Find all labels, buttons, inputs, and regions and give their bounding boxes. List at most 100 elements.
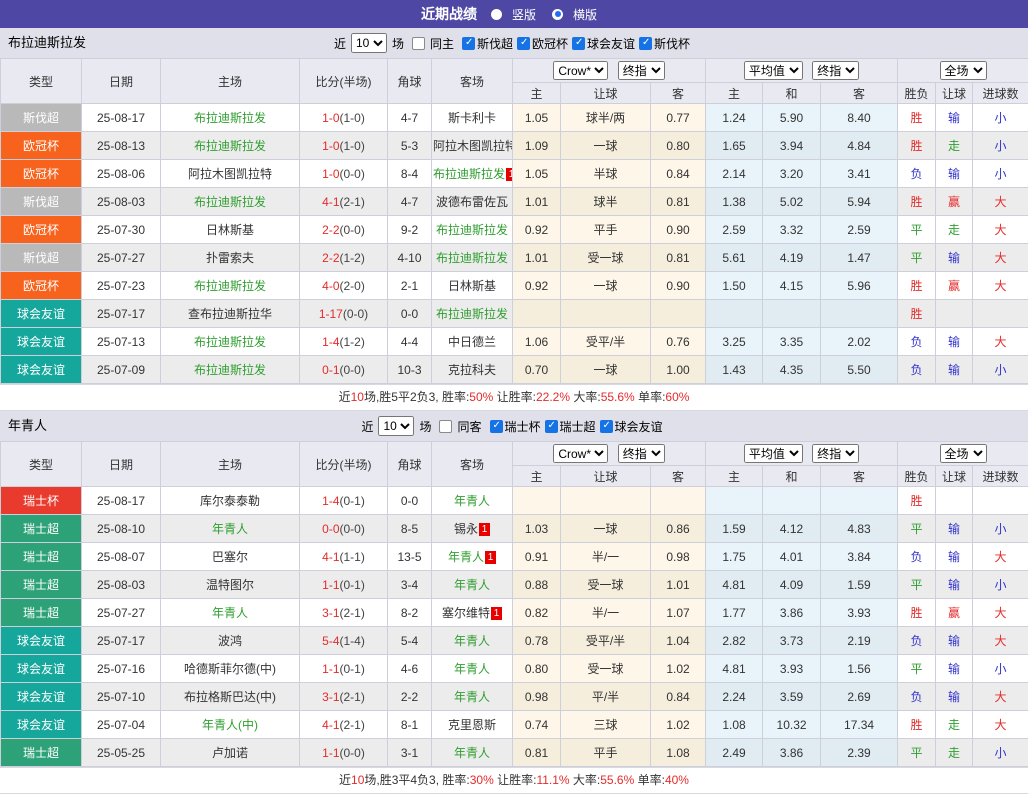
corner-score: 4-7 (388, 188, 432, 216)
match-row: 瑞士超25-07-27年青人3-1(2-1)8-2塞尔维特10.82半/一1.0… (1, 599, 1028, 627)
full-match-select[interactable]: 全场 (940, 444, 987, 463)
horizontal-radio-label[interactable]: 横版 (573, 6, 597, 23)
match-date: 25-08-07 (82, 543, 161, 571)
corner-score: 5-4 (388, 627, 432, 655)
team-name: 年青人 (454, 690, 490, 704)
league-checkbox-label[interactable]: 斯伐超 (477, 37, 513, 51)
half-time-score: (0-0) (340, 167, 365, 181)
summary-part: 55.6% (600, 773, 634, 787)
match-count-select[interactable]: 10 (351, 33, 387, 53)
avg-home-odds: 2.24 (706, 683, 763, 711)
avg-draw-odds: 3.93 (763, 655, 821, 683)
match-date: 25-08-03 (82, 571, 161, 599)
avg-draw-odds: 5.02 (763, 188, 821, 216)
goals-result-cell: 大 (973, 272, 1028, 300)
team-cell: 年青人(中) (161, 711, 300, 739)
summary-part: 11.1% (536, 773, 569, 787)
match-score: 1-4(0-1) (300, 487, 388, 515)
half-time-score: (2-1) (340, 718, 365, 732)
match-score: 1-0(1-0) (300, 132, 388, 160)
same-checkbox[interactable] (412, 37, 425, 50)
full-time-score: 3-1 (322, 606, 339, 620)
result-cell: 负 (898, 543, 936, 571)
league-checkbox-label[interactable]: 欧冠杯 (532, 37, 568, 51)
crow-odds-time-select[interactable]: 终指 (618, 444, 665, 463)
match-row: 球会友谊25-07-10布拉格斯巴达(中)3-1(2-1)2-2年青人0.98平… (1, 683, 1028, 711)
match-row: 球会友谊25-07-04年青人(中)4-1(2-1)8-1克里恩斯0.74三球1… (1, 711, 1028, 739)
summary-part: 近 (339, 390, 351, 404)
league-checkbox[interactable] (490, 420, 503, 433)
avg-home-odds: 2.59 (706, 216, 763, 244)
col-avg-away: 客 (821, 83, 898, 104)
league-checkbox[interactable] (600, 420, 613, 433)
handicap-result-cell: 走 (936, 711, 973, 739)
result-cell: 平 (898, 571, 936, 599)
crow-away-odds: 0.90 (651, 216, 706, 244)
match-row: 球会友谊25-07-16哈德斯菲尔德(中)1-1(0-1)4-6年青人0.80受… (1, 655, 1028, 683)
corner-score: 5-3 (388, 132, 432, 160)
team-cell: 布拉格斯巴达(中) (161, 683, 300, 711)
full-time-score: 4-0 (322, 279, 339, 293)
vertical-radio[interactable] (491, 9, 502, 20)
horizontal-radio[interactable] (552, 9, 563, 20)
crow-home-odds: 0.74 (513, 711, 561, 739)
team-name: 温特图尔 (206, 578, 254, 592)
summary-part: 场,胜5平2负3, 胜率: (364, 390, 469, 404)
col-crow-home: 主 (513, 466, 561, 487)
crow-away-odds: 1.02 (651, 711, 706, 739)
crow-away-odds: 0.90 (651, 272, 706, 300)
bookmaker-select[interactable]: Crow* (553, 61, 608, 80)
match-score: 1-17(0-0) (300, 300, 388, 328)
same-checkbox-label[interactable]: 同客 (457, 418, 481, 435)
avg-select[interactable]: 平均值 (744, 61, 803, 80)
crow-away-odds (651, 300, 706, 328)
summary-part: 55.6% (601, 390, 635, 404)
avg-away-odds: 8.40 (821, 104, 898, 132)
avg-select[interactable]: 平均值 (744, 444, 803, 463)
col-result: 胜负 (898, 466, 936, 487)
same-checkbox[interactable] (439, 420, 452, 433)
avg-odds-time-select[interactable]: 终指 (812, 61, 859, 80)
bookmaker-select[interactable]: Crow* (553, 444, 608, 463)
crow-handicap: 半/一 (561, 599, 651, 627)
league-checkbox-label[interactable]: 斯伐杯 (654, 37, 690, 51)
league-checkbox[interactable] (462, 37, 475, 50)
league-checkbox-label[interactable]: 球会友谊 (615, 420, 663, 434)
league-checkbox-label[interactable]: 球会友谊 (587, 37, 635, 51)
league-checkbox-label[interactable]: 瑞士杯 (505, 420, 541, 434)
avg-away-odds: 2.69 (821, 683, 898, 711)
same-checkbox-label[interactable]: 同主 (430, 35, 454, 52)
goals-result-cell: 大 (973, 711, 1028, 739)
goals-result-cell: 大 (973, 328, 1028, 356)
avg-odds-time-select[interactable]: 终指 (812, 444, 859, 463)
team-name: 布拉迪斯拉发 (436, 223, 508, 237)
half-time-score: (0-1) (340, 578, 365, 592)
goals-result-cell: 小 (973, 515, 1028, 543)
league-checkbox[interactable] (639, 37, 652, 50)
league-checkbox-label[interactable]: 瑞士超 (560, 420, 596, 434)
vertical-radio-label[interactable]: 竖版 (512, 6, 536, 23)
league-checkbox[interactable] (545, 420, 558, 433)
league-checkbox[interactable] (572, 37, 585, 50)
match-score: 0-1(0-0) (300, 356, 388, 384)
team-cell: 日林斯基 (161, 216, 300, 244)
team-cell: 年青人 (161, 599, 300, 627)
team-name: 年青人(中) (202, 718, 258, 732)
crow-away-odds: 0.84 (651, 160, 706, 188)
crow-home-odds: 0.92 (513, 272, 561, 300)
team-cell: 塞尔维特1 (432, 599, 513, 627)
match-count-select[interactable]: 10 (378, 416, 414, 436)
avg-draw-odds (763, 487, 821, 515)
crow-away-odds: 1.04 (651, 627, 706, 655)
col-avg-away: 客 (821, 466, 898, 487)
crow-handicap: 受一球 (561, 655, 651, 683)
full-match-select[interactable]: 全场 (940, 61, 987, 80)
team-cell: 斯卡利卡 (432, 104, 513, 132)
crow-handicap (561, 487, 651, 515)
col-corner: 角球 (388, 442, 432, 487)
crow-odds-time-select[interactable]: 终指 (618, 61, 665, 80)
league-checkbox[interactable] (517, 37, 530, 50)
match-score: 0-0(0-0) (300, 515, 388, 543)
match-date: 25-07-09 (82, 356, 161, 384)
match-date: 25-08-17 (82, 487, 161, 515)
